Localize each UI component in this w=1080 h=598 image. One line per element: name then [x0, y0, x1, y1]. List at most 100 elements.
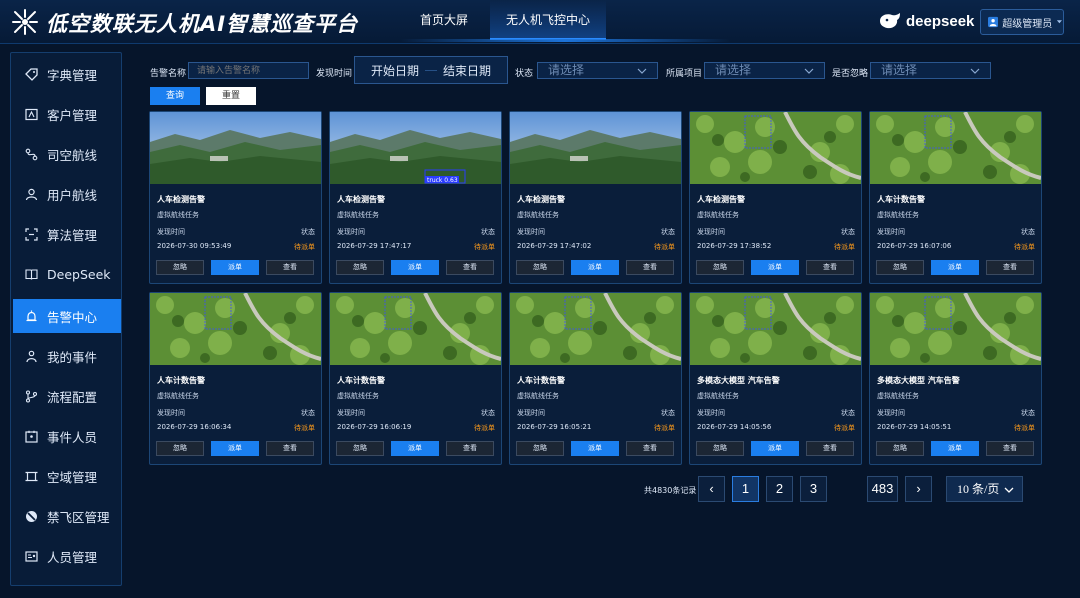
user-name: 超级管理员	[1002, 18, 1053, 30]
sidebar-item-workflow[interactable]: 流程配置	[13, 379, 121, 413]
dispatch-button[interactable]: 派单	[571, 260, 619, 275]
alarm-snapshot-image[interactable]	[690, 293, 861, 365]
sidebar-item-user-routes[interactable]: 用户航线	[13, 177, 121, 211]
sidebar-item-airspace[interactable]: 空域管理	[13, 459, 121, 493]
alarm-name-input[interactable]	[188, 62, 309, 79]
view-button[interactable]: 查看	[806, 260, 854, 275]
alarm-card: 多模态大模型 汽车告警 虚拟航线任务 发现时间 状态 2026-07-29 14:05:…	[689, 292, 862, 465]
found-time-label: 发现时间	[316, 69, 353, 79]
alarm-snapshot-image[interactable]	[150, 112, 321, 184]
sidebar-item-label: 空域管理	[47, 469, 98, 485]
page-1-button[interactable]: 1	[732, 476, 759, 502]
dispatch-button[interactable]: 派单	[931, 441, 979, 456]
sidebar-item-dictionary[interactable]: 字典管理	[13, 57, 121, 91]
dispatch-button[interactable]: 派单	[391, 260, 439, 275]
dispatch-button[interactable]: 派单	[211, 260, 259, 275]
alarm-snapshot-image[interactable]: truck 0.63	[330, 112, 501, 184]
ignore-button[interactable]: 忽略	[516, 260, 564, 275]
reset-button[interactable]: 重置	[206, 87, 256, 105]
alarm-task: 虚拟航线任务	[157, 211, 199, 219]
ignore-button[interactable]: 忽略	[876, 260, 924, 275]
view-button[interactable]: 查看	[446, 441, 494, 456]
alarm-snapshot-image[interactable]	[870, 293, 1041, 365]
next-page-button[interactable]: ›	[905, 476, 932, 502]
last-page-button[interactable]: 483	[867, 476, 898, 502]
alarm-title: 人车检测告警	[157, 195, 205, 204]
ignore-button[interactable]: 忽略	[696, 260, 744, 275]
view-button[interactable]: 查看	[806, 441, 854, 456]
alarm-snapshot-image[interactable]	[330, 293, 501, 365]
project-select[interactable]: 请选择	[704, 62, 825, 79]
sidebar-item-label: 我的事件	[47, 349, 98, 365]
alarm-snapshot-image[interactable]	[510, 293, 681, 365]
dispatch-button[interactable]: 派单	[931, 260, 979, 275]
dispatch-button[interactable]: 派单	[571, 441, 619, 456]
view-button[interactable]: 查看	[266, 441, 314, 456]
dispatch-button[interactable]: 派单	[751, 441, 799, 456]
alarm-time: 2026-07-29 17:38:52	[697, 242, 772, 250]
view-button[interactable]: 查看	[626, 260, 674, 275]
nav-home-screen[interactable]: 首页大屏	[402, 0, 486, 40]
alarm-title: 多模态大模型 汽车告警	[697, 376, 780, 385]
sidebar-item-alarm-center[interactable]: 告警中心	[13, 299, 121, 333]
sidebar-item-no-fly-zone[interactable]: 禁飞区管理	[13, 499, 121, 533]
view-button[interactable]: 查看	[986, 441, 1034, 456]
ignore-button[interactable]: 忽略	[876, 441, 924, 456]
ignore-button[interactable]: 忽略	[516, 441, 564, 456]
book-icon	[25, 268, 38, 280]
sidebar-item-personnel[interactable]: 人员管理	[13, 539, 121, 573]
status-label: 状态	[661, 228, 675, 236]
ignore-button[interactable]: 忽略	[156, 441, 204, 456]
view-button[interactable]: 查看	[626, 441, 674, 456]
date-range-picker[interactable]: 开始日期 ― 结束日期	[354, 56, 508, 84]
page-2-button[interactable]: 2	[766, 476, 793, 502]
alarm-task: 虚拟航线任务	[697, 392, 739, 400]
alarm-task: 虚拟航线任务	[877, 392, 919, 400]
view-button[interactable]: 查看	[986, 260, 1034, 275]
user-avatar-icon	[988, 16, 999, 28]
alarm-snapshot-image[interactable]	[690, 112, 861, 184]
status-select[interactable]: 请选择	[537, 62, 658, 79]
ignore-button[interactable]: 忽略	[336, 260, 384, 275]
alarm-status-badge: 待派单	[834, 243, 855, 251]
sidebar-item-deepseek[interactable]: DeepSeek	[13, 257, 121, 291]
dispatch-button[interactable]: 派单	[211, 441, 259, 456]
alarm-snapshot-image[interactable]	[150, 293, 321, 365]
sidebar-item-sikong-routes[interactable]: 司空航线	[13, 137, 121, 171]
found-time-label: 发现时间	[517, 228, 545, 236]
sidebar-item-algorithms[interactable]: 算法管理	[13, 217, 121, 251]
page-3-button[interactable]: 3	[800, 476, 827, 502]
contact-card-icon	[25, 108, 38, 120]
nav-flight-control[interactable]: 无人机飞控中心	[490, 0, 606, 40]
alarm-task: 虚拟航线任务	[517, 211, 559, 219]
chevron-down-icon	[970, 68, 980, 74]
query-button[interactable]: 查询	[150, 87, 200, 105]
found-time-label: 发现时间	[697, 228, 725, 236]
sidebar-item-my-events[interactable]: 我的事件	[13, 339, 121, 373]
page-size-select[interactable]: 10 条/页	[946, 476, 1023, 502]
scan-icon	[25, 227, 38, 241]
start-date-field[interactable]: 开始日期	[371, 62, 419, 79]
alarm-snapshot-image[interactable]	[510, 112, 681, 184]
ignore-button[interactable]: 忽略	[156, 260, 204, 275]
top-header: 低空数联无人机AI智慧巡查平台 首页大屏 无人机飞控中心 deepseek 超级…	[0, 0, 1080, 44]
view-button[interactable]: 查看	[266, 260, 314, 275]
prev-page-button[interactable]: ‹	[698, 476, 725, 502]
person-icon	[26, 350, 37, 362]
alarm-card: 人车计数告警 虚拟航线任务 发现时间 状态 2026-07-29 16:06:34 待派单…	[149, 292, 322, 465]
ignore-button[interactable]: 忽略	[336, 441, 384, 456]
sidebar-item-customers[interactable]: 客户管理	[13, 97, 121, 131]
end-date-field[interactable]: 结束日期	[443, 62, 491, 79]
dispatch-button[interactable]: 派单	[391, 441, 439, 456]
view-button[interactable]: 查看	[446, 260, 494, 275]
alarm-title: 人车计数告警	[877, 195, 925, 204]
frame-icon	[25, 471, 38, 481]
ignore-select-placeholder: 请选择	[881, 63, 918, 77]
ignore-select[interactable]: 请选择	[870, 62, 991, 79]
dispatch-button[interactable]: 派单	[751, 260, 799, 275]
user-menu[interactable]: 超级管理员	[980, 9, 1064, 35]
sidebar-item-event-staff[interactable]: 事件人员	[13, 419, 121, 453]
alarm-snapshot-image[interactable]	[870, 112, 1041, 184]
alarm-card: 人车计数告警 虚拟航线任务 发现时间 状态 2026-07-29 16:07:06 待派单…	[869, 111, 1042, 284]
ignore-button[interactable]: 忽略	[696, 441, 744, 456]
